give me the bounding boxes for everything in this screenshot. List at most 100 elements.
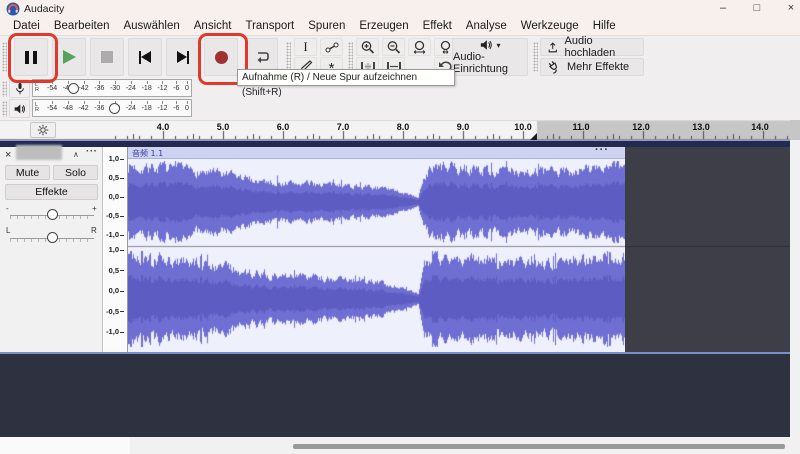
clip-title: 音频 1.1 — [132, 148, 163, 159]
more-effects-button[interactable]: Mehr Effekte — [540, 58, 644, 76]
menu-item[interactable]: Bearbeiten — [47, 18, 117, 35]
clip-menu-icon[interactable]: ··· — [595, 144, 609, 156]
menu-item[interactable]: Analyse — [459, 18, 514, 35]
solo-button[interactable]: Solo — [53, 165, 98, 180]
zoom-selection-icon — [412, 40, 427, 55]
dropdown-arrow-icon: ▾ — [496, 41, 500, 50]
ibeam-icon: I — [303, 39, 307, 55]
effects-button[interactable]: Effekte — [5, 184, 98, 200]
timeline-label: 11.0 — [572, 122, 589, 132]
timeline-label: 9.0 — [457, 122, 470, 132]
playback-meter-speaker-button[interactable] — [9, 99, 30, 118]
mute-button[interactable]: Mute — [5, 165, 50, 180]
playback-meter-grip[interactable] — [2, 101, 7, 117]
meter-scale-label: -18 — [142, 103, 152, 115]
tools-toolbar-grip[interactable] — [286, 42, 291, 72]
audio-clip[interactable]: 音频 1.1 ··· — [128, 147, 625, 352]
meter-scale-label: -6 — [173, 83, 179, 95]
track-collapse-icon[interactable]: ∧ — [73, 150, 79, 159]
meter-scale-label: -42 — [79, 103, 89, 115]
envelope-tool-button[interactable] — [320, 38, 343, 56]
scale-label: 0,5 — [103, 267, 124, 275]
record-tooltip: Aufnahme (R) / Neue Spur aufzeichnen (Sh… — [237, 69, 455, 86]
meter-scale-label: -54 — [47, 103, 57, 115]
zoom-selection-button[interactable] — [408, 38, 431, 56]
menu-item[interactable]: Werkzeuge — [514, 18, 586, 35]
upload-icon — [547, 41, 559, 54]
menu-item[interactable]: Hilfe — [586, 18, 623, 35]
vertical-scale-ruler[interactable]: 1,00,50,0-0,5-1,0 1,00,50,0-0,5-1,0 — [103, 147, 128, 352]
minimize-button[interactable]: – — [708, 0, 738, 17]
share-toolbar-grip[interactable] — [533, 42, 538, 72]
pause-annotation-box — [8, 33, 58, 83]
more-effects-label: Mehr Effekte — [567, 61, 629, 73]
gain-max-label: + — [92, 204, 97, 213]
audio-setup-button[interactable]: ▾ Audio-Einrichtung — [452, 38, 528, 76]
track-control-panel: × ∧ ··· Mute Solo Effekte - + L R — [0, 147, 103, 352]
timeline-ruler[interactable]: 4.05.06.07.08.09.010.011.012.013.014.0 — [0, 120, 790, 140]
vertical-scrollbar[interactable] — [790, 140, 800, 437]
pan-left-label: L — [6, 226, 10, 235]
audacity-logo-icon — [6, 2, 20, 16]
clip-header[interactable]: 音频 1.1 ··· — [128, 147, 625, 159]
playback-gain-slider[interactable] — [109, 103, 120, 114]
menu-item[interactable]: Spuren — [301, 18, 352, 35]
audio-upload-button[interactable]: Audio hochladen — [540, 38, 644, 56]
timeline-options-button[interactable] — [30, 122, 56, 138]
ruler-corner — [790, 120, 800, 140]
menu-item[interactable]: Transport — [238, 18, 301, 35]
audacity-window: Audacity – □ × DateiBearbeitenAuswählenA… — [0, 0, 800, 454]
stop-button[interactable] — [90, 38, 124, 76]
audio-upload-label: Audio hochladen — [565, 35, 638, 59]
edit-toolbar-grip[interactable] — [348, 42, 353, 72]
loop-icon — [253, 49, 271, 65]
meter-scale-label: -42 — [79, 83, 89, 95]
record-meter-grip[interactable] — [2, 81, 7, 97]
zoom-out-button[interactable] — [382, 38, 405, 56]
meter-scale-label: 0 — [185, 83, 189, 95]
meter-scale-label: -6 — [173, 103, 179, 115]
timeline-label: 13.0 — [692, 122, 710, 132]
scrollbar-corner — [0, 437, 130, 454]
skip-end-icon — [177, 51, 190, 64]
scale-label: -1,0 — [103, 231, 124, 239]
track-empty-region[interactable] — [625, 147, 790, 352]
microphone-icon — [14, 82, 26, 96]
tracks-background[interactable] — [0, 354, 790, 437]
skip-to-start-button[interactable] — [128, 38, 162, 76]
skip-to-end-button[interactable] — [166, 38, 200, 76]
close-button[interactable]: × — [776, 0, 800, 17]
scale-label: -1,0 — [103, 328, 124, 336]
waveform-canvas[interactable] — [128, 159, 625, 351]
track-close-icon[interactable]: × — [5, 149, 11, 161]
menu-item[interactable]: Effekt — [416, 18, 459, 35]
menu-item[interactable]: Erzeugen — [352, 18, 415, 35]
stop-icon — [101, 51, 113, 63]
playback-meter[interactable]: L R -54-48-42-36-30-24-18-12-60 — [32, 99, 192, 117]
track-name-redacted[interactable] — [16, 145, 62, 160]
toolbar-grip[interactable] — [2, 42, 7, 72]
meter-scale-label: -24 — [126, 103, 136, 115]
skip-start-icon — [139, 51, 152, 64]
gain-min-label: - — [6, 204, 9, 213]
zoom-in-icon — [360, 40, 375, 55]
record-gain-slider[interactable] — [68, 83, 79, 94]
pan-slider-knob[interactable] — [47, 232, 58, 243]
pan-right-label: R — [91, 226, 97, 235]
playhead-marker[interactable] — [530, 133, 537, 140]
selection-tool-button[interactable]: I — [294, 38, 317, 56]
track-menu-icon[interactable]: ··· — [86, 146, 98, 157]
meter-channel-right: R — [35, 107, 39, 113]
record-meter[interactable]: L R -54-48-42-36-30-24-18-12-60 — [32, 79, 192, 97]
horizontal-scrollbar-thumb[interactable] — [293, 444, 785, 449]
play-icon — [63, 50, 76, 64]
gain-slider-knob[interactable] — [47, 209, 58, 220]
menu-item[interactable]: Auswählen — [116, 18, 186, 35]
scale-label: 0,0 — [103, 193, 124, 201]
zoom-in-button[interactable] — [356, 38, 379, 56]
zoom-fit-icon — [438, 40, 453, 55]
maximize-button[interactable]: □ — [742, 0, 772, 17]
meter-scale-label: -36 — [94, 83, 104, 95]
meter-scale-label: 0 — [185, 103, 189, 115]
timeline-label: 7.0 — [337, 122, 350, 132]
